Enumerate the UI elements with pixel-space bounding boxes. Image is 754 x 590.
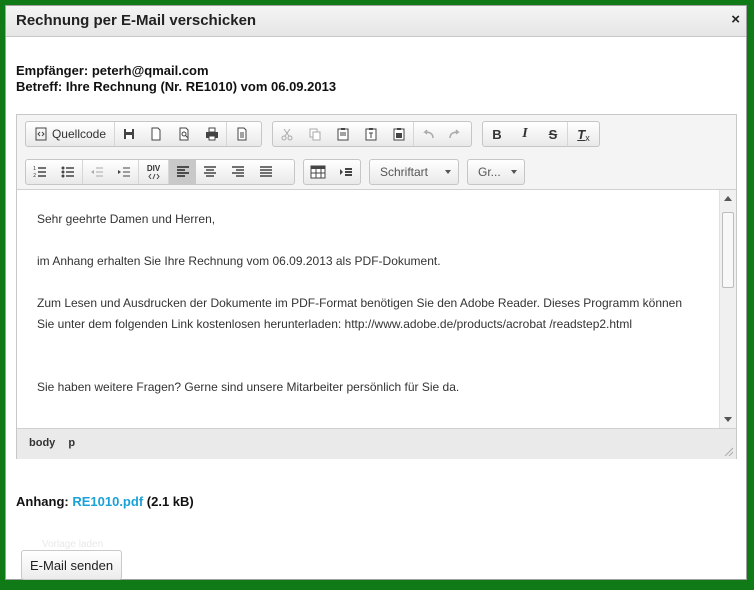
scroll-up-arrow-icon[interactable] xyxy=(724,196,732,201)
resize-grip-icon[interactable] xyxy=(723,446,733,456)
attachment-label: Anhang: xyxy=(16,494,69,509)
attachment-line: Anhang: RE1010.pdf (2.1 kB) xyxy=(16,494,194,509)
paste-text-icon xyxy=(365,128,377,141)
svg-text:1: 1 xyxy=(33,166,36,172)
cut-button[interactable] xyxy=(273,122,301,146)
source-icon xyxy=(35,127,47,141)
redo-icon xyxy=(449,129,460,139)
paragraph-adobe-info: Zum Lesen und Ausdrucken der Dokumente i… xyxy=(37,296,683,331)
bulleted-list-icon xyxy=(61,166,74,178)
create-div-button[interactable]: DIV xyxy=(138,160,168,184)
toolbar-group-document: Quellcode xyxy=(25,121,262,147)
outdent-button[interactable] xyxy=(82,160,110,184)
paste-icon xyxy=(337,128,349,141)
attachment-file-link[interactable]: RE1010.pdf xyxy=(72,494,143,509)
dialog-titlebar: Rechnung per E-Mail verschicken × xyxy=(6,6,746,37)
bold-button[interactable]: B xyxy=(483,122,511,146)
paragraph-questions: Sie haben weitere Fragen? Gerne sind uns… xyxy=(37,380,460,394)
chevron-down-icon xyxy=(511,170,517,174)
element-path: body p xyxy=(29,437,85,449)
copy-button[interactable] xyxy=(301,122,329,146)
scrollbar-thumb[interactable] xyxy=(722,212,734,288)
toolbar-group-insert xyxy=(303,159,361,185)
outdent-icon xyxy=(90,167,103,177)
cut-icon xyxy=(281,128,293,141)
undo-button[interactable] xyxy=(413,122,441,146)
paste-button[interactable] xyxy=(329,122,357,146)
editor-toolbar: Quellcode B I S T x 1 2 DIV Schriftart G… xyxy=(17,115,736,190)
email-meta: Empfänger: peterh@qmail.com Betreff: Ihr… xyxy=(16,63,336,95)
align-left-icon xyxy=(176,166,189,177)
send-email-button[interactable]: E-Mail senden xyxy=(21,550,123,580)
bulleted-list-button[interactable] xyxy=(54,160,82,184)
paste-word-button[interactable] xyxy=(385,122,413,146)
scroll-down-arrow-icon[interactable] xyxy=(724,417,732,422)
justify-icon xyxy=(260,166,272,177)
toolbar-group-paragraph: 12 DIV xyxy=(25,159,295,185)
svg-text:2: 2 xyxy=(33,173,36,179)
save-button[interactable] xyxy=(114,122,142,146)
rich-text-editor: Quellcode B I S T x 1 2 DIV Schriftart G… xyxy=(16,114,737,459)
paste-text-button[interactable] xyxy=(357,122,385,146)
recipient-line: Empfänger: peterh@qmail.com xyxy=(16,63,209,78)
align-center-button[interactable] xyxy=(196,160,224,184)
print-button[interactable] xyxy=(198,122,226,146)
font-family-value: Schriftart xyxy=(380,165,429,179)
subject-line: Betreff: Ihre Rechnung (Nr. RE1010) vom … xyxy=(16,79,337,94)
blockquote-icon xyxy=(340,168,352,176)
editor-statusbar: body p xyxy=(17,428,736,459)
paragraph-attachment-info: im Anhang erhalten Sie Ihre Rechnung vom… xyxy=(37,254,441,268)
toolbar-group-clipboard xyxy=(272,121,472,147)
paste-word-icon xyxy=(393,128,405,141)
source-button[interactable]: Quellcode xyxy=(26,122,114,146)
editor-content[interactable]: Sehr geehrte Damen und Herren, im Anhang… xyxy=(17,190,720,428)
source-label: Quellcode xyxy=(51,127,107,141)
close-icon[interactable]: × xyxy=(731,11,740,28)
align-right-button[interactable] xyxy=(224,160,252,184)
font-family-combo[interactable]: Schriftart xyxy=(369,159,459,185)
blockquote-button[interactable] xyxy=(332,160,360,184)
preview-icon xyxy=(179,127,189,141)
email-dialog: Rechnung per E-Mail verschicken × Empfän… xyxy=(5,5,747,580)
remove-format-label: T xyxy=(577,126,586,142)
remove-format-button[interactable]: Tx xyxy=(567,122,599,146)
align-right-icon xyxy=(232,166,244,177)
faint-text: Vorlage laden xyxy=(42,539,104,550)
path-item-body[interactable]: body xyxy=(29,437,55,449)
path-item-p[interactable]: p xyxy=(68,437,75,449)
align-left-button[interactable] xyxy=(168,160,196,184)
indent-icon xyxy=(118,167,130,177)
font-size-combo[interactable]: Gr... xyxy=(467,159,525,185)
preview-button[interactable] xyxy=(170,122,198,146)
table-icon xyxy=(310,165,326,179)
strike-button[interactable]: S xyxy=(539,122,567,146)
attachment-size: (2.1 kB) xyxy=(146,494,194,509)
templates-icon xyxy=(237,127,246,141)
chevron-down-icon xyxy=(445,170,451,174)
new-page-icon xyxy=(151,127,161,141)
table-button[interactable] xyxy=(304,160,332,184)
align-center-icon xyxy=(204,166,216,177)
toolbar-group-basicstyles: B I S Tx xyxy=(482,121,600,147)
new-page-button[interactable] xyxy=(142,122,170,146)
div-icon xyxy=(147,173,160,179)
indent-button[interactable] xyxy=(110,160,138,184)
dialog-title: Rechnung per E-Mail verschicken xyxy=(16,12,257,29)
print-icon xyxy=(206,127,218,141)
paragraph-greeting: Sehr geehrte Damen und Herren, xyxy=(37,212,216,226)
undo-icon xyxy=(422,129,434,139)
div-label: DIV xyxy=(146,163,161,173)
font-size-value: Gr... xyxy=(478,165,501,179)
numbered-list-button[interactable]: 12 xyxy=(26,160,54,184)
copy-icon xyxy=(309,128,321,141)
remove-format-sub: x xyxy=(585,133,590,143)
numbered-list-icon: 12 xyxy=(33,166,46,179)
italic-button[interactable]: I xyxy=(511,122,539,146)
templates-button[interactable] xyxy=(226,122,256,146)
editor-scrollbar[interactable] xyxy=(719,190,736,428)
justify-button[interactable] xyxy=(252,160,280,184)
save-icon xyxy=(123,129,134,139)
redo-button[interactable] xyxy=(441,122,469,146)
